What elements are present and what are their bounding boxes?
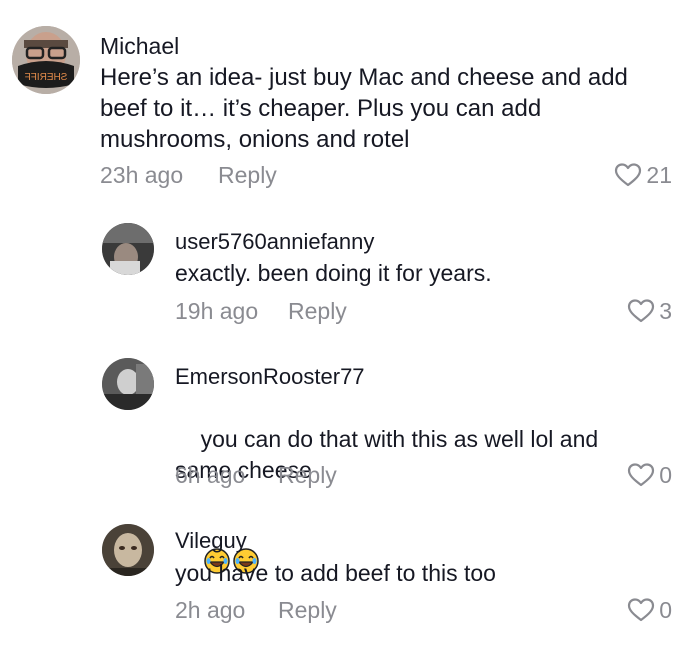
comment-item: Vileguy you have to add beef to this too… — [0, 500, 684, 659]
avatar[interactable] — [102, 524, 154, 576]
timestamp: 6h ago — [175, 462, 246, 488]
reply-button[interactable]: Reply — [218, 162, 277, 189]
like-count: 3 — [659, 297, 672, 324]
reply-button[interactable]: Reply — [278, 462, 337, 489]
comment-text: Here’s an idea- just buy Mac and cheese … — [100, 64, 635, 153]
like-button[interactable]: 3 — [627, 296, 672, 326]
avatar-image: SHERIFF — [12, 26, 80, 94]
svg-text:SHERIFF: SHERIFF — [25, 72, 68, 83]
heart-icon — [628, 299, 655, 323]
username[interactable]: Michael — [100, 33, 179, 60]
like-count: 0 — [659, 461, 672, 488]
heart-icon — [615, 163, 642, 187]
comment-item: user5760anniefanny exactly. been doing i… — [0, 200, 684, 340]
reply-button[interactable]: Reply — [278, 597, 337, 624]
avatar-image — [102, 223, 154, 275]
comment-item: SHERIFF Michael Here’s an idea- just buy… — [0, 0, 684, 200]
avatar[interactable] — [102, 358, 154, 410]
like-button[interactable]: 21 — [614, 160, 672, 190]
timestamp: 19h ago — [175, 298, 259, 324]
timestamp: 2h ago — [175, 597, 246, 623]
reply-button[interactable]: Reply — [288, 298, 347, 325]
avatar[interactable] — [102, 223, 154, 275]
like-button[interactable]: 0 — [627, 595, 672, 625]
avatar[interactable]: SHERIFF — [12, 26, 80, 94]
like-count: 21 — [646, 161, 672, 188]
username[interactable]: EmersonRooster77 — [175, 364, 365, 390]
username[interactable]: Vileguy — [175, 528, 247, 554]
timestamp: 23h ago — [100, 162, 184, 188]
heart-icon — [628, 598, 655, 622]
like-button[interactable]: 0 — [627, 460, 672, 490]
avatar-image — [102, 358, 154, 410]
comment-text: you have to add beef to this too — [175, 560, 496, 586]
heart-icon — [628, 463, 655, 487]
username[interactable]: user5760anniefanny — [175, 229, 374, 255]
comment-item: EmersonRooster77 you can do that with th… — [0, 340, 684, 574]
avatar-image — [102, 524, 154, 576]
like-count: 0 — [659, 596, 672, 623]
comment-text: exactly. been doing it for years. — [175, 260, 492, 286]
